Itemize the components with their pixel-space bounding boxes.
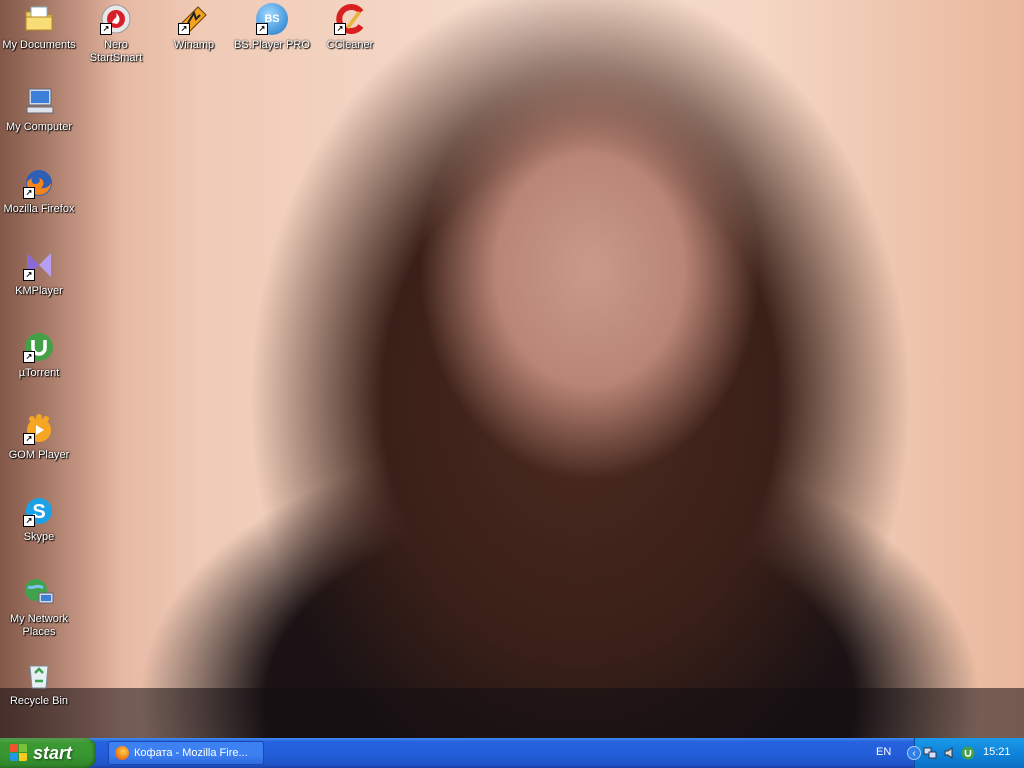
desktop-icon-label: KMPlayer bbox=[15, 285, 63, 297]
shortcut-arrow-icon: ↗ bbox=[334, 23, 346, 35]
recycle-bin-icon bbox=[23, 659, 55, 691]
taskbar-button-firefox[interactable]: Кофата - Mozilla Fire... bbox=[108, 741, 264, 765]
desktop-icon-skype[interactable]: S ↗ Skype bbox=[0, 495, 78, 544]
utorrent-tray-icon[interactable] bbox=[961, 746, 975, 760]
skype-icon: S ↗ bbox=[23, 495, 55, 527]
desktop-icon-my-documents[interactable]: My Documents bbox=[0, 3, 78, 52]
firefox-icon: ↗ bbox=[23, 167, 55, 199]
network-places-icon bbox=[23, 577, 55, 609]
desktop-icon-ccleaner[interactable]: ↗ CCleaner bbox=[311, 3, 389, 52]
shortcut-arrow-icon: ↗ bbox=[23, 515, 35, 527]
desktop-icon-nero[interactable]: ↗ Nero StartSmart bbox=[77, 3, 155, 65]
desktop-icon-label: My Computer bbox=[5, 121, 73, 133]
my-documents-icon bbox=[23, 3, 55, 35]
taskbar-button-label: Кофата - Mozilla Fire... bbox=[134, 747, 248, 759]
ccleaner-icon: ↗ bbox=[334, 3, 366, 35]
taskbar: start Кофата - Mozilla Fire... bbox=[0, 738, 1024, 768]
gom-player-icon: ↗ bbox=[23, 413, 55, 445]
desktop-icon-gom-player[interactable]: ↗ GOM Player bbox=[0, 413, 78, 462]
windows-logo-icon bbox=[10, 744, 28, 762]
start-button[interactable]: start bbox=[0, 738, 96, 768]
desktop-icon-my-computer[interactable]: My Computer bbox=[0, 85, 78, 134]
desktop-icon-label: Recycle Bin bbox=[9, 695, 69, 707]
shortcut-arrow-icon: ↗ bbox=[23, 433, 35, 445]
volume-icon[interactable] bbox=[943, 746, 957, 760]
desktop-icon-bsplayer[interactable]: BS ↗ BS.Player PRO bbox=[233, 3, 311, 52]
shortcut-arrow-icon: ↗ bbox=[23, 351, 35, 363]
desktop-icon-label: GOM Player bbox=[8, 449, 70, 461]
start-label: start bbox=[33, 742, 73, 763]
system-tray: ‹ 15:21 bbox=[907, 738, 1024, 768]
desktop-icon-label: Mozilla Firefox bbox=[3, 203, 75, 215]
desktop-icon-label: CCleaner bbox=[326, 39, 374, 51]
desktop-icon-label: My Network Places bbox=[9, 613, 69, 638]
desktop-icon-utorrent[interactable]: ↗ µTorrent bbox=[0, 331, 78, 380]
desktop-icon-label: My Documents bbox=[2, 39, 76, 51]
kmplayer-icon: ↗ bbox=[23, 249, 55, 281]
desktop-icon-winamp[interactable]: ↗ Winamp bbox=[155, 3, 233, 52]
network-icon[interactable] bbox=[923, 746, 937, 760]
clock[interactable]: 15:21 bbox=[983, 746, 1011, 758]
show-hidden-icon[interactable]: ‹ bbox=[907, 746, 921, 760]
shortcut-arrow-icon: ↗ bbox=[178, 23, 190, 35]
utorrent-icon: ↗ bbox=[23, 331, 55, 363]
my-computer-icon bbox=[23, 85, 55, 117]
desktop-icon-label: µTorrent bbox=[18, 367, 60, 379]
nero-icon: ↗ bbox=[100, 3, 132, 35]
bsplayer-icon: BS ↗ bbox=[256, 3, 288, 35]
desktop-icon-firefox[interactable]: ↗ Mozilla Firefox bbox=[0, 167, 78, 216]
desktop-icon-label: Skype bbox=[23, 531, 55, 543]
desktop-icon-label: BS.Player PRO bbox=[234, 39, 310, 51]
winamp-icon: ↗ bbox=[178, 3, 210, 35]
firefox-icon bbox=[115, 746, 129, 760]
shortcut-arrow-icon: ↗ bbox=[23, 269, 35, 281]
desktop-icon-kmplayer[interactable]: ↗ KMPlayer bbox=[0, 249, 78, 298]
wallpaper-dark-band bbox=[0, 688, 1024, 738]
shortcut-arrow-icon: ↗ bbox=[100, 23, 112, 35]
shortcut-arrow-icon: ↗ bbox=[23, 187, 35, 199]
desktop-icon-recycle-bin[interactable]: Recycle Bin bbox=[0, 659, 78, 708]
language-indicator[interactable]: EN bbox=[876, 746, 891, 758]
desktop-icon-network-places[interactable]: My Network Places bbox=[0, 577, 78, 639]
desktop-icon-label: Winamp bbox=[173, 39, 215, 51]
desktop-icon-label: Nero StartSmart bbox=[89, 39, 143, 64]
shortcut-arrow-icon: ↗ bbox=[256, 23, 268, 35]
desktop-wallpaper bbox=[0, 0, 1024, 738]
